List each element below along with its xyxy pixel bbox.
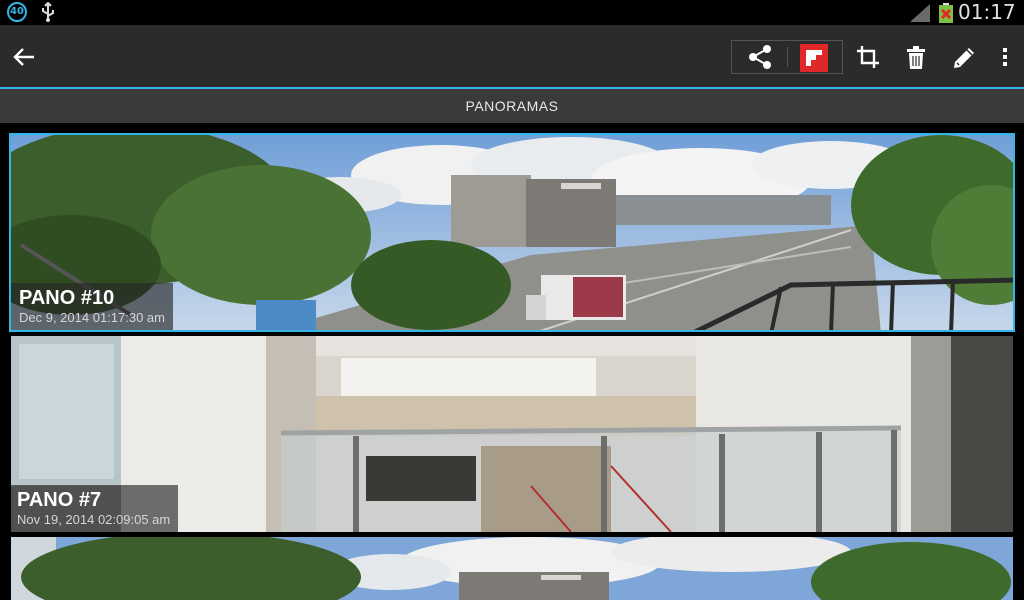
pencil-icon[interactable] — [950, 44, 978, 70]
trash-icon[interactable] — [903, 44, 929, 70]
panorama-thumbnail — [11, 537, 1013, 600]
signal-icon — [908, 3, 932, 23]
panorama-title: PANO #7 — [17, 489, 102, 511]
usb-icon — [40, 2, 56, 22]
share-action-group — [731, 40, 843, 74]
status-bar: 40 01:17 — [0, 0, 1024, 25]
panorama-caption: PANO #10 Dec 9, 2014 01:17:30 am — [11, 283, 173, 330]
panorama-date: Nov 19, 2014 02:09:05 am — [17, 512, 171, 527]
panorama-item[interactable] — [11, 537, 1013, 600]
flipboard-icon[interactable] — [800, 44, 828, 72]
share-icon[interactable] — [732, 41, 787, 73]
overflow-menu-icon[interactable] — [998, 45, 1012, 69]
panorama-caption: PANO #7 Nov 19, 2014 02:09:05 am — [11, 485, 179, 532]
notification-count-badge: 40 — [7, 2, 27, 22]
section-title: PANORAMAS — [0, 89, 1024, 123]
panorama-date: Dec 9, 2014 01:17:30 am — [19, 310, 165, 325]
crop-icon[interactable] — [855, 44, 881, 70]
clock: 01:17 — [958, 0, 1016, 24]
panorama-item[interactable]: PANO #7 Nov 19, 2014 02:09:05 am — [11, 336, 1013, 532]
back-arrow-icon[interactable] — [10, 45, 40, 69]
battery-icon — [938, 3, 954, 23]
panorama-title: PANO #10 — [19, 287, 115, 309]
panorama-item[interactable]: PANO #10 Dec 9, 2014 01:17:30 am — [9, 133, 1015, 332]
share-divider — [787, 47, 788, 67]
